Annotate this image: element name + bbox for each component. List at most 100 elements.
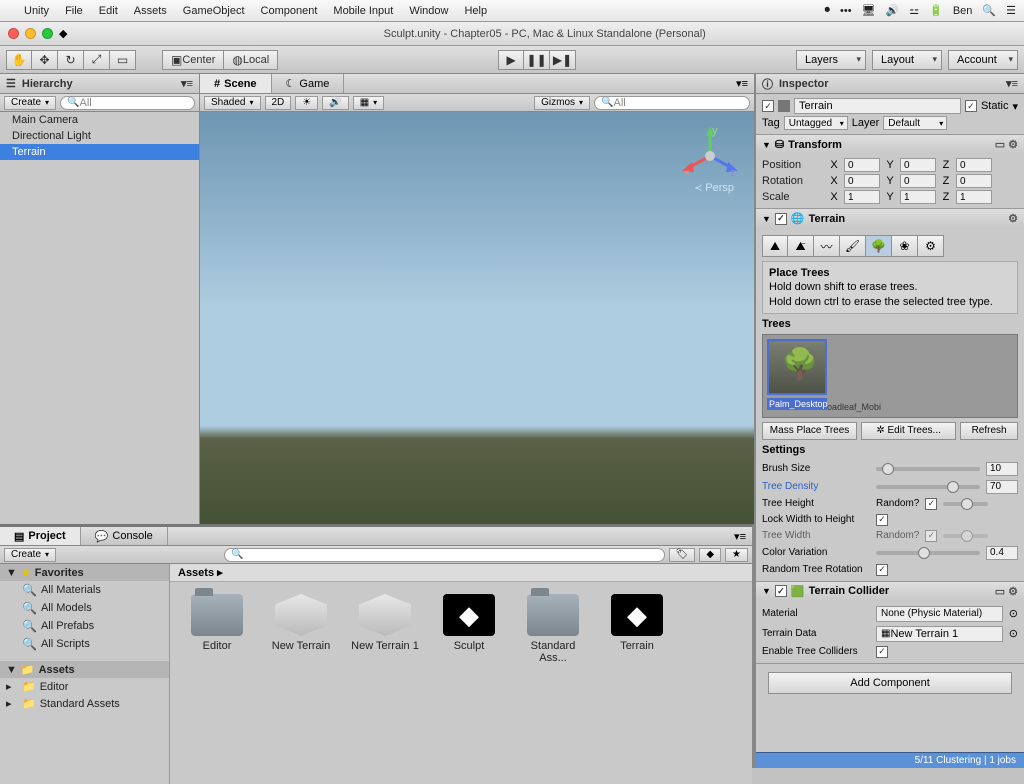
fx-toggle[interactable]: ▦ xyxy=(353,96,384,110)
transform-z[interactable]: 1 xyxy=(956,190,992,204)
gizmos-dropdown[interactable]: Gizmos xyxy=(534,96,590,110)
save-search-icon[interactable]: ★ xyxy=(725,548,748,562)
transform-x[interactable]: 1 xyxy=(844,190,880,204)
tree-height-random-checkbox[interactable]: ✓ xyxy=(925,498,937,510)
transform-y[interactable]: 0 xyxy=(900,158,936,172)
tree-height-slider[interactable] xyxy=(943,502,988,506)
color-variation-slider[interactable] xyxy=(876,551,980,555)
menu-mobile-input[interactable]: Mobile Input xyxy=(333,5,393,17)
layers-dropdown[interactable]: Layers xyxy=(796,50,866,70)
rect-tool[interactable]: ▭ xyxy=(110,50,136,70)
audio-toggle[interactable]: 🔊 xyxy=(322,96,348,110)
terrain-data-field[interactable]: ▦New Terrain 1 xyxy=(876,626,1003,642)
pivot-center-button[interactable]: ▣ Center xyxy=(162,50,224,70)
fold-icon[interactable]: ▼ xyxy=(762,140,771,150)
tree-folder[interactable]: ▸📁Standard Assets xyxy=(0,695,169,712)
search-icon[interactable]: 🔍 xyxy=(982,4,996,17)
hierarchy-item[interactable]: Main Camera xyxy=(0,112,199,128)
scene-search[interactable]: 🔍All xyxy=(594,96,750,110)
favorite-item[interactable]: 🔍All Materials xyxy=(0,581,169,599)
transform-x[interactable]: 0 xyxy=(844,158,880,172)
play-button[interactable]: ▶ xyxy=(498,50,524,70)
hierarchy-tab[interactable]: ☰ Hierarchy▾≡ xyxy=(0,74,199,94)
tab-console[interactable]: 💬 Console xyxy=(81,527,168,545)
color-variation-value[interactable]: 0.4 xyxy=(986,546,1018,560)
layout-dropdown[interactable]: Layout xyxy=(872,50,942,70)
smooth-tool[interactable]: 〰 xyxy=(814,235,840,257)
tree-thumbnail[interactable] xyxy=(767,339,827,395)
menu-help[interactable]: Help xyxy=(464,5,487,17)
wifi-icon[interactable]: ⚍ xyxy=(909,4,919,17)
hierarchy-search[interactable]: 🔍All xyxy=(60,96,195,110)
menu-gameobject[interactable]: GameObject xyxy=(183,5,245,17)
tab-game[interactable]: ☾ Game xyxy=(272,74,345,93)
menu-component[interactable]: Component xyxy=(261,5,318,17)
menu-window[interactable]: Window xyxy=(409,5,448,17)
layer-dropdown[interactable]: Default xyxy=(883,116,947,130)
rotate-tool[interactable]: ↻ xyxy=(58,50,84,70)
user-name[interactable]: Ben xyxy=(953,5,973,17)
random-rotation-checkbox[interactable]: ✓ xyxy=(876,564,888,576)
tag-dropdown[interactable]: Untagged xyxy=(784,116,848,130)
raise-lower-tool[interactable]: ⛰ xyxy=(762,235,788,257)
gear-icon[interactable]: ⚙ xyxy=(1008,212,1018,225)
material-field[interactable]: None (Physic Material) xyxy=(876,606,1003,622)
object-enabled-checkbox[interactable]: ✓ xyxy=(762,100,774,112)
tree-folder[interactable]: ▸📁Editor xyxy=(0,678,169,695)
more-icon[interactable]: ••• xyxy=(840,5,852,17)
asset-item[interactable]: ◆Sculpt xyxy=(434,594,504,652)
orientation-gizmo[interactable]: y x z xyxy=(680,126,740,186)
menu-assets[interactable]: Assets xyxy=(134,5,167,17)
object-picker-icon[interactable]: ⊙ xyxy=(1009,627,1018,640)
hand-tool[interactable]: ✋ xyxy=(6,50,32,70)
refresh-button[interactable]: Refresh xyxy=(960,422,1018,440)
filter-icon[interactable]: 🏷 xyxy=(669,548,696,562)
volume-icon[interactable]: 🔊 xyxy=(886,4,900,17)
gear-icon[interactable]: ▭ ⚙ xyxy=(995,138,1018,151)
minimize-button[interactable] xyxy=(25,28,36,39)
object-name-field[interactable]: Terrain xyxy=(794,98,961,114)
add-component-button[interactable]: Add Component xyxy=(768,672,1012,694)
transform-x[interactable]: 0 xyxy=(844,174,880,188)
screencast-icon[interactable]: ⏺ xyxy=(825,4,831,17)
favorites-header[interactable]: ▼★Favorites xyxy=(0,564,169,581)
hierarchy-item-selected[interactable]: Terrain xyxy=(0,144,199,160)
enable-tree-colliders-checkbox[interactable]: ✓ xyxy=(876,646,888,658)
menu-edit[interactable]: Edit xyxy=(99,5,118,17)
tab-project[interactable]: ▤ Project xyxy=(0,527,81,545)
transform-z[interactable]: 0 xyxy=(956,174,992,188)
menu-unity[interactable]: Unity xyxy=(24,5,49,17)
static-dropdown-icon[interactable]: ▾ xyxy=(1012,100,1018,113)
tree-density-value[interactable]: 70 xyxy=(986,480,1018,494)
asset-item[interactable]: Editor xyxy=(182,594,252,652)
perspective-label[interactable]: ≺ Persp xyxy=(694,182,734,194)
menu-file[interactable]: File xyxy=(65,5,83,17)
terrain-settings-tool[interactable]: ⚙ xyxy=(918,235,944,257)
asset-item[interactable]: New Terrain xyxy=(266,594,336,652)
account-dropdown[interactable]: Account xyxy=(948,50,1018,70)
maximize-button[interactable] xyxy=(42,28,53,39)
transform-y[interactable]: 1 xyxy=(900,190,936,204)
pivot-local-button[interactable]: ◍ Local xyxy=(224,50,278,70)
favorite-item[interactable]: 🔍All Scripts xyxy=(0,635,169,653)
asset-item[interactable]: New Terrain 1 xyxy=(350,594,420,652)
place-trees-tool[interactable]: 🌳 xyxy=(866,235,892,257)
paint-height-tool[interactable]: ⛰̄ xyxy=(788,235,814,257)
tab-scene[interactable]: # Scene xyxy=(200,74,272,93)
close-button[interactable] xyxy=(8,28,19,39)
project-create-dropdown[interactable]: Create xyxy=(4,548,56,562)
mass-place-trees-button[interactable]: Mass Place Trees xyxy=(762,422,857,440)
display-icon[interactable]: 🖥 xyxy=(862,4,876,17)
hierarchy-create-dropdown[interactable]: Create xyxy=(4,96,56,110)
transform-z[interactable]: 0 xyxy=(956,158,992,172)
tree-density-slider[interactable] xyxy=(876,485,980,489)
collider-enabled-checkbox[interactable]: ✓ xyxy=(775,585,787,597)
brush-size-slider[interactable] xyxy=(876,467,980,471)
shading-dropdown[interactable]: Shaded xyxy=(204,96,261,110)
move-tool[interactable]: ✥ xyxy=(32,50,58,70)
asset-item[interactable]: ◆Terrain xyxy=(602,594,672,652)
scale-tool[interactable]: ⤢ xyxy=(84,50,110,70)
favorite-item[interactable]: 🔍All Models xyxy=(0,599,169,617)
filter-type-icon[interactable]: ◆ xyxy=(699,548,721,562)
fold-icon[interactable]: ▼ xyxy=(762,214,771,224)
